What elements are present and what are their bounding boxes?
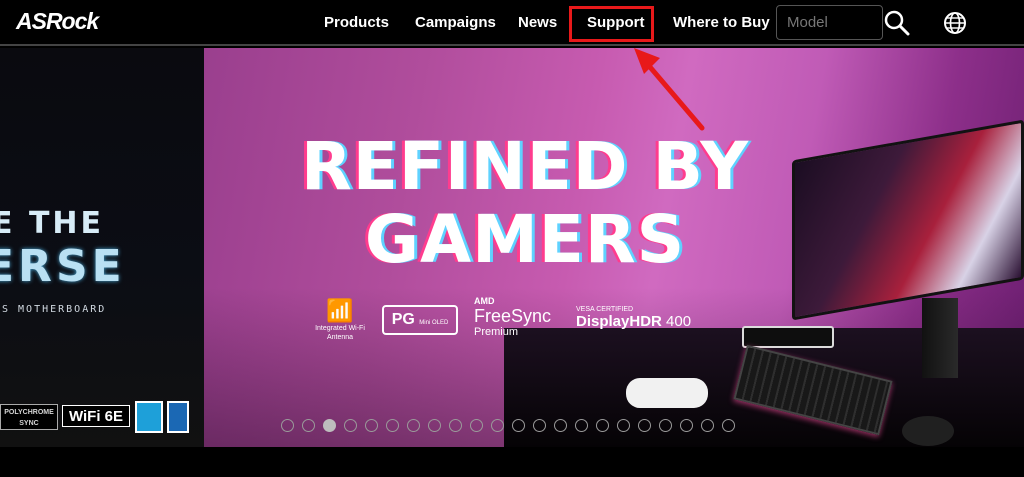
carousel-dot[interactable] [680, 419, 693, 432]
vesa-label: VESA CERTIFIED [576, 306, 634, 313]
carousel-dot[interactable] [470, 419, 483, 432]
carousel-dot[interactable] [428, 419, 441, 432]
carousel-dot[interactable] [449, 419, 462, 432]
pg-mini-oled-feature: PG Mini OLED [382, 305, 458, 335]
carousel-dot[interactable] [323, 419, 336, 432]
headline-line-1: REFINED BY [300, 128, 750, 205]
carousel-dot[interactable] [407, 419, 420, 432]
wifi-6e-badge: WiFi 6E [62, 405, 130, 427]
left-slide-title-2: ERSE [0, 241, 126, 292]
amd-label: AMD [474, 296, 495, 306]
displayhdr-label: DisplayHDR [576, 313, 662, 330]
polychrome-sync-badge: POLYCHROME SYNC [0, 404, 58, 430]
carousel-dot[interactable] [302, 419, 315, 432]
asrock-logo[interactable]: ASRock [16, 8, 99, 35]
globe-icon[interactable] [943, 11, 967, 35]
freesync-label: FreeSync [474, 306, 552, 326]
carousel-dot[interactable] [659, 419, 672, 432]
nav-news[interactable]: News [518, 14, 557, 31]
monitor-stand [922, 298, 958, 378]
left-slide-subtitle: S MOTHERBOARD [2, 304, 107, 315]
carousel-dot[interactable] [533, 419, 546, 432]
wifi-antenna-feature: 📶 Integrated Wi-Fi Antenna [308, 298, 372, 342]
nav-products[interactable]: Products [324, 14, 389, 31]
wifi-icon: 📶 [326, 298, 354, 323]
controller-image [626, 378, 708, 408]
headline-line-2: GAMERS [364, 201, 686, 278]
displayhdr-feature: VESA CERTIFIED DisplayHDR 400 [576, 306, 736, 330]
displayhdr-level: 400 [666, 313, 692, 330]
carousel-dot[interactable] [554, 419, 567, 432]
support-highlight-box [569, 6, 654, 42]
carousel-dot[interactable] [701, 419, 714, 432]
carousel-dot[interactable] [722, 419, 735, 432]
freesync-feature: AMD FreeSync Premium [474, 296, 564, 338]
carousel-dot[interactable] [512, 419, 525, 432]
search-icon[interactable] [884, 10, 910, 36]
hero-banner[interactable]: REFINED BY GAMERS 📶 Integrated Wi-Fi Ant… [204, 48, 1024, 447]
mouse-image [902, 416, 954, 446]
carousel-dot[interactable] [638, 419, 651, 432]
previous-slide-preview[interactable]: E THE ERSE S MOTHERBOARD POLYCHROME SYNC… [0, 48, 204, 447]
carousel-dot[interactable] [617, 419, 630, 432]
carousel-dot[interactable] [386, 419, 399, 432]
carousel-dot[interactable] [596, 419, 609, 432]
stream-deck-image [742, 326, 834, 348]
wifi-feature-label: Integrated Wi-Fi Antenna [315, 325, 365, 341]
intel-core-badge [135, 401, 163, 433]
carousel-dot[interactable] [281, 419, 294, 432]
hero-headline: REFINED BY GAMERS [290, 130, 760, 276]
freesync-tier: Premium [474, 326, 519, 338]
carousel-dot[interactable] [575, 419, 588, 432]
left-slide-title-1: E THE [0, 206, 105, 241]
pg-label: PG [391, 311, 415, 328]
model-search-input[interactable] [776, 5, 883, 40]
carousel-dot[interactable] [344, 419, 357, 432]
intel-badge [167, 401, 189, 433]
annotation-arrow [634, 48, 705, 131]
carousel-dot[interactable] [365, 419, 378, 432]
carousel-pagination [281, 419, 735, 432]
carousel-dot[interactable] [491, 419, 504, 432]
nav-campaigns[interactable]: Campaigns [415, 14, 496, 31]
nav-where-to-buy[interactable]: Where to Buy [673, 14, 770, 31]
pg-sub-label: Mini OLED [419, 320, 449, 326]
top-nav-bar: ASRock Products Campaigns News Support W… [0, 0, 1024, 46]
asrock-homepage: ASRock Products Campaigns News Support W… [0, 0, 1024, 477]
